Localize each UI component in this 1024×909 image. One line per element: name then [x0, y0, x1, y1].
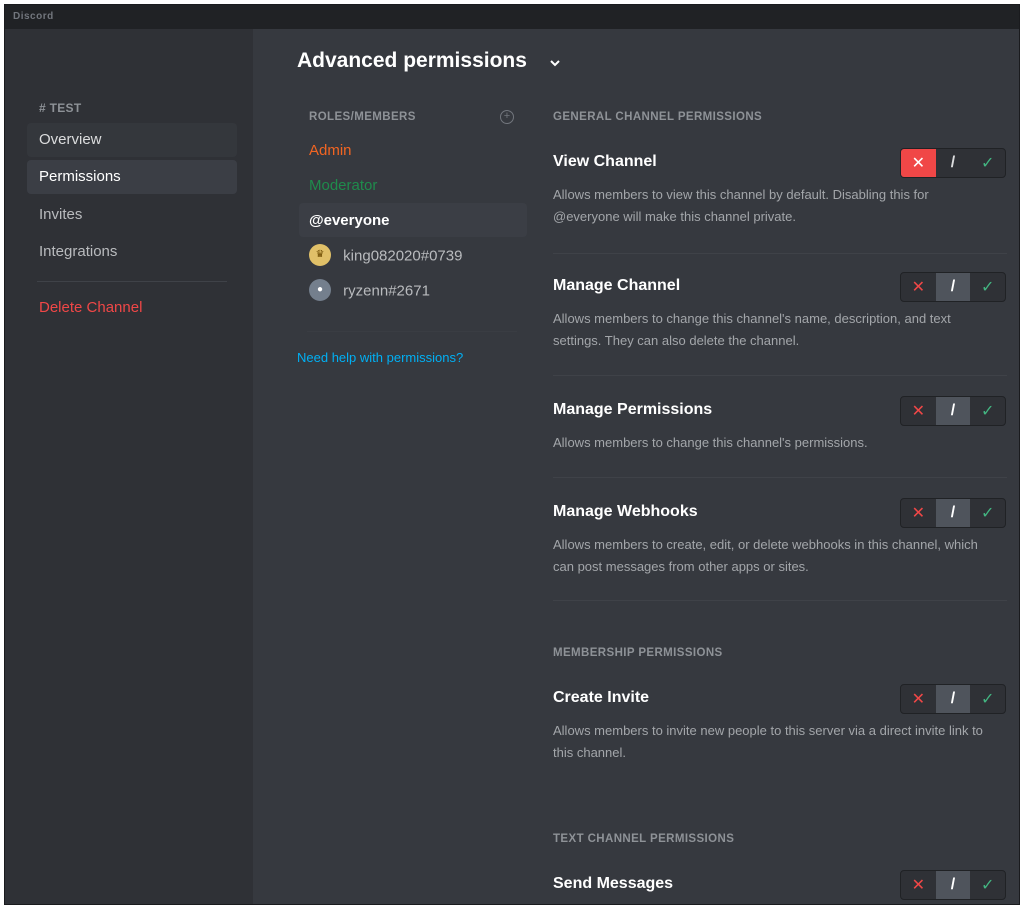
neutral-icon[interactable]: / [935, 273, 971, 301]
deny-icon[interactable]: ✕ [901, 149, 936, 177]
permission-title: View Channel [553, 153, 657, 170]
trophy-avatar-icon: ♛ [309, 244, 331, 266]
roles-members-header: ROLES/MEMBERS [309, 111, 416, 123]
page-title: Advanced permissions [297, 49, 527, 72]
role-label: Admin [309, 142, 352, 159]
permission-description: Allows members to invite new people to t… [553, 723, 983, 760]
permissions-help-link[interactable]: Need help with permissions? [297, 350, 463, 365]
section-header-membership: MEMBERSHIP PERMISSIONS [553, 647, 723, 659]
sidebar-divider [37, 281, 227, 282]
section-header-general: GENERAL CHANNEL PERMISSIONS [553, 111, 763, 123]
permission-toggle: ✕ / ✓ [900, 272, 1006, 302]
permission-title: Create Invite [553, 689, 650, 706]
role-label: Moderator [309, 177, 378, 194]
settings-window: Discord # TEST Overview Permissions Invi… [4, 4, 1020, 905]
role-item-admin[interactable]: Admin [299, 133, 527, 167]
permission-title: Manage Channel [553, 277, 681, 294]
settings-sidebar: # TEST Overview Permissions Invites Inte… [5, 29, 253, 904]
permission-toggle: ✕ / ✓ [900, 498, 1006, 528]
allow-icon[interactable]: ✓ [970, 685, 1005, 713]
add-role-icon[interactable]: + [500, 110, 514, 124]
permission-title: Manage Webhooks [553, 503, 698, 520]
deny-icon[interactable]: ✕ [901, 685, 936, 713]
app-titlebar: Discord [5, 5, 1019, 29]
permission-description: Allows members to view this channel by d… [553, 187, 929, 224]
sidebar-item-overview[interactable]: Overview [27, 123, 237, 157]
neutral-icon[interactable]: / [935, 685, 971, 713]
deny-icon[interactable]: ✕ [901, 273, 936, 301]
deny-icon[interactable]: ✕ [901, 871, 936, 899]
permission-divider [553, 375, 1007, 376]
member-item-king[interactable]: ♛ king082020#0739 [299, 238, 527, 272]
permission-divider [553, 600, 1007, 601]
sidebar-item-integrations[interactable]: Integrations [27, 235, 237, 269]
role-item-everyone[interactable]: @everyone [299, 203, 527, 237]
permission-toggle: ✕ / ✓ [900, 396, 1006, 426]
channel-name-header: # TEST [39, 101, 82, 115]
neutral-icon[interactable]: / [935, 397, 971, 425]
allow-icon[interactable]: ✓ [970, 499, 1005, 527]
permission-description: Allows members to change this channel's … [553, 311, 951, 348]
roles-divider [307, 331, 517, 332]
permission-divider [553, 253, 1007, 254]
permission-toggle: ✕ / ✓ [900, 148, 1006, 178]
section-header-text: TEXT CHANNEL PERMISSIONS [553, 833, 735, 845]
delete-channel-button[interactable]: Delete Channel [27, 291, 237, 325]
role-item-moderator[interactable]: Moderator [299, 168, 527, 202]
allow-icon[interactable]: ✓ [970, 273, 1005, 301]
allow-icon[interactable]: ✓ [970, 397, 1005, 425]
sidebar-item-invites[interactable]: Invites [27, 198, 237, 232]
permission-title: Send Messages [553, 875, 674, 892]
permission-toggle: ✕ / ✓ [900, 684, 1006, 714]
permission-description: Allows members to change this channel's … [553, 435, 868, 450]
deny-icon[interactable]: ✕ [901, 397, 936, 425]
neutral-icon[interactable]: / [935, 499, 971, 527]
allow-icon[interactable]: ✓ [970, 871, 1005, 899]
neutral-icon[interactable]: / [935, 871, 971, 899]
member-label: ryzenn#2671 [343, 282, 430, 300]
neutral-icon[interactable]: / [936, 149, 971, 177]
chevron-down-icon[interactable] [549, 57, 561, 69]
discord-avatar-icon: ● [309, 279, 331, 301]
permission-title: Manage Permissions [553, 401, 713, 418]
permission-divider [553, 477, 1007, 478]
permission-toggle: ✕ / ✓ [900, 870, 1006, 900]
sidebar-item-permissions[interactable]: Permissions [27, 160, 237, 194]
role-label: @everyone [309, 212, 390, 229]
member-label: king082020#0739 [343, 247, 463, 265]
allow-icon[interactable]: ✓ [970, 149, 1005, 177]
member-item-ryzenn[interactable]: ● ryzenn#2671 [299, 273, 527, 307]
permission-description: Allows members to create, edit, or delet… [553, 537, 978, 574]
deny-icon[interactable]: ✕ [901, 499, 936, 527]
